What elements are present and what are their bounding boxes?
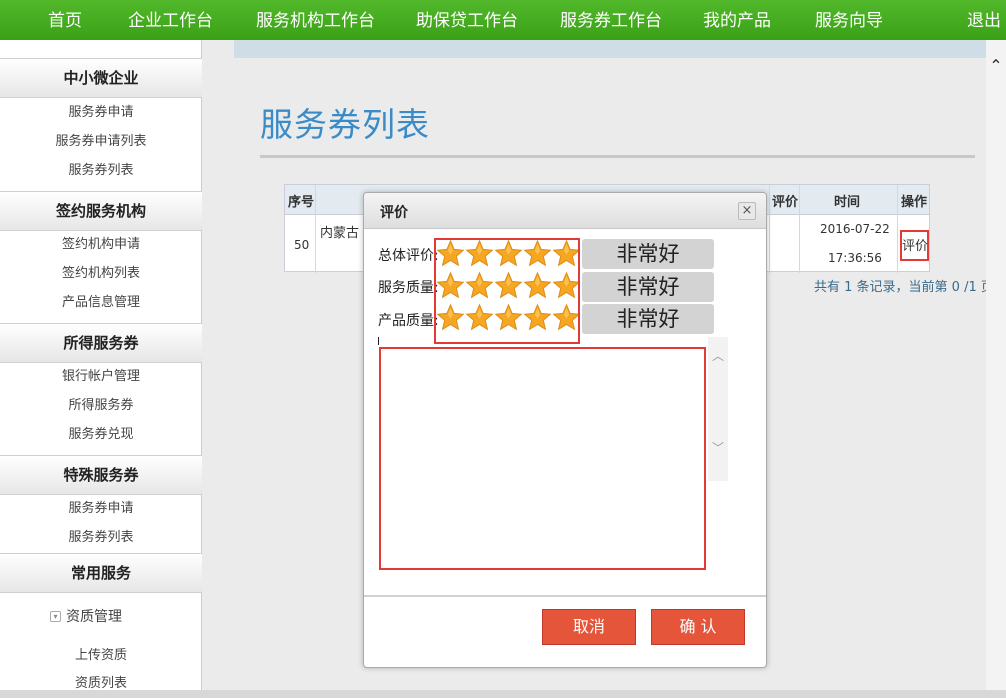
star-icon[interactable] — [465, 271, 494, 300]
main-top-bar — [234, 40, 986, 58]
pagination-info: 共有 1 条记录，当前第 0 /1 页 — [814, 280, 994, 295]
close-icon[interactable]: × — [738, 202, 756, 220]
star-icon[interactable] — [494, 239, 523, 268]
rating-label-overall: 总体评价: — [378, 248, 439, 264]
scroll-up-icon[interactable]: ⌃ — [986, 56, 1006, 75]
row-date: 2016-07-22 — [820, 222, 890, 236]
comment-textarea[interactable] — [378, 345, 728, 481]
star-icon[interactable] — [436, 239, 465, 268]
nav-service-org-workbench[interactable]: 服务机构工作台 — [256, 0, 375, 40]
sidebar-link-product-info[interactable]: 产品信息管理 — [0, 293, 202, 313]
evaluation-dialog: 评价 × 总体评价: 非常好 服务质量: 非常好 产品质量: 非常好 ︿ ﹀ 取… — [363, 192, 767, 668]
rating-text-overall: 非常好 — [582, 239, 714, 269]
nav-home[interactable]: 首页 — [48, 0, 82, 40]
column-divider — [897, 185, 898, 273]
row-time: 17:36:56 — [828, 251, 882, 265]
dialog-divider — [364, 595, 766, 597]
star-icon[interactable] — [552, 303, 581, 332]
dialog-title: 评价 — [380, 205, 408, 221]
page-scrollbar[interactable] — [986, 40, 1006, 698]
nav-logout[interactable]: 退出 — [967, 0, 1001, 40]
star-rating-product[interactable] — [436, 303, 581, 332]
comment-scrollbar[interactable]: ︿ ﹀ — [708, 337, 728, 481]
sidebar-link-contract-list[interactable]: 签约机构列表 — [0, 264, 202, 284]
tree-item-label: 资质管理 — [66, 609, 122, 625]
expand-toggle-icon[interactable]: ▾ — [50, 610, 61, 622]
star-icon[interactable] — [465, 239, 494, 268]
column-divider — [799, 185, 800, 273]
rating-label-service: 服务质量: — [378, 280, 439, 296]
top-nav: 首页 企业工作台 服务机构工作台 助保贷工作台 服务券工作台 我的产品 服务向导… — [0, 0, 1006, 40]
sidebar-link-voucher-list[interactable]: 服务券列表 — [0, 161, 202, 181]
evaluate-link[interactable]: 评价 — [902, 235, 928, 254]
nav-service-guide[interactable]: 服务向导 — [815, 0, 883, 40]
rating-label-product: 产品质量: — [378, 313, 439, 329]
sidebar-link-special-apply[interactable]: 服务券申请 — [0, 499, 202, 519]
sidebar-link-voucher-redeem[interactable]: 服务券兑现 — [0, 425, 202, 445]
sidebar-tree-qualification[interactable]: ▾ 资质管理 — [50, 606, 122, 626]
star-icon[interactable] — [494, 271, 523, 300]
row-name: 内蒙古 — [320, 226, 360, 241]
dialog-header: 评价 × — [364, 193, 766, 229]
title-divider — [260, 155, 975, 158]
rating-text-product: 非常好 — [582, 304, 714, 334]
sidebar-link-bank-account[interactable]: 银行帐户管理 — [0, 367, 202, 387]
sidebar: 中小微企业 服务券申请 服务券申请列表 服务券列表 签约服务机构 签约机构申请 … — [0, 40, 202, 698]
star-icon[interactable] — [523, 303, 552, 332]
star-icon[interactable] — [552, 239, 581, 268]
star-icon[interactable] — [436, 271, 465, 300]
sidebar-section-header[interactable]: 特殊服务券 — [0, 455, 202, 495]
star-icon[interactable] — [465, 303, 494, 332]
nav-voucher-workbench[interactable]: 服务券工作台 — [560, 0, 662, 40]
sidebar-link-voucher-apply[interactable]: 服务券申请 — [0, 103, 202, 123]
sidebar-link-voucher-apply-list[interactable]: 服务券申请列表 — [0, 132, 202, 152]
nav-my-products[interactable]: 我的产品 — [703, 0, 771, 40]
sidebar-link-received-voucher[interactable]: 所得服务券 — [0, 396, 202, 416]
sidebar-link-contract-apply[interactable]: 签约机构申请 — [0, 235, 202, 255]
header-seq: 序号 — [288, 195, 315, 210]
star-icon[interactable] — [552, 271, 581, 300]
nav-enterprise-workbench[interactable]: 企业工作台 — [128, 0, 213, 40]
sidebar-section-header[interactable]: 所得服务券 — [0, 323, 202, 363]
cancel-button[interactable]: 取消 — [542, 609, 636, 645]
star-rating-overall[interactable] — [436, 239, 581, 268]
sidebar-link-special-list[interactable]: 服务券列表 — [0, 528, 202, 548]
star-icon[interactable] — [523, 239, 552, 268]
star-icon[interactable] — [523, 271, 552, 300]
sidebar-link-upload-qualification[interactable]: 上传资质 — [0, 646, 202, 666]
page-title: 服务券列表 — [260, 105, 430, 144]
scroll-down-arrow-icon[interactable]: ﹀ — [712, 439, 724, 456]
sidebar-section-header[interactable]: 中小微企业 — [0, 58, 202, 98]
sidebar-section-header[interactable]: 常用服务 — [0, 553, 202, 593]
star-icon[interactable] — [436, 303, 465, 332]
star-rating-service[interactable] — [436, 271, 581, 300]
rating-text-service: 非常好 — [582, 272, 714, 302]
column-divider — [315, 185, 316, 273]
sidebar-section-header[interactable]: 签约服务机构 — [0, 191, 202, 231]
column-divider — [769, 185, 770, 273]
header-op: 操作 — [901, 195, 928, 210]
nav-loan-workbench[interactable]: 助保贷工作台 — [416, 0, 518, 40]
star-icon[interactable] — [494, 303, 523, 332]
header-eval: 评价 — [772, 195, 799, 210]
header-time: 时间 — [834, 195, 861, 210]
scroll-up-arrow-icon[interactable]: ︿ — [712, 347, 724, 364]
row-seq: 50 — [294, 238, 310, 252]
confirm-button[interactable]: 确 认 — [651, 609, 745, 645]
bottom-strip — [0, 690, 1006, 698]
